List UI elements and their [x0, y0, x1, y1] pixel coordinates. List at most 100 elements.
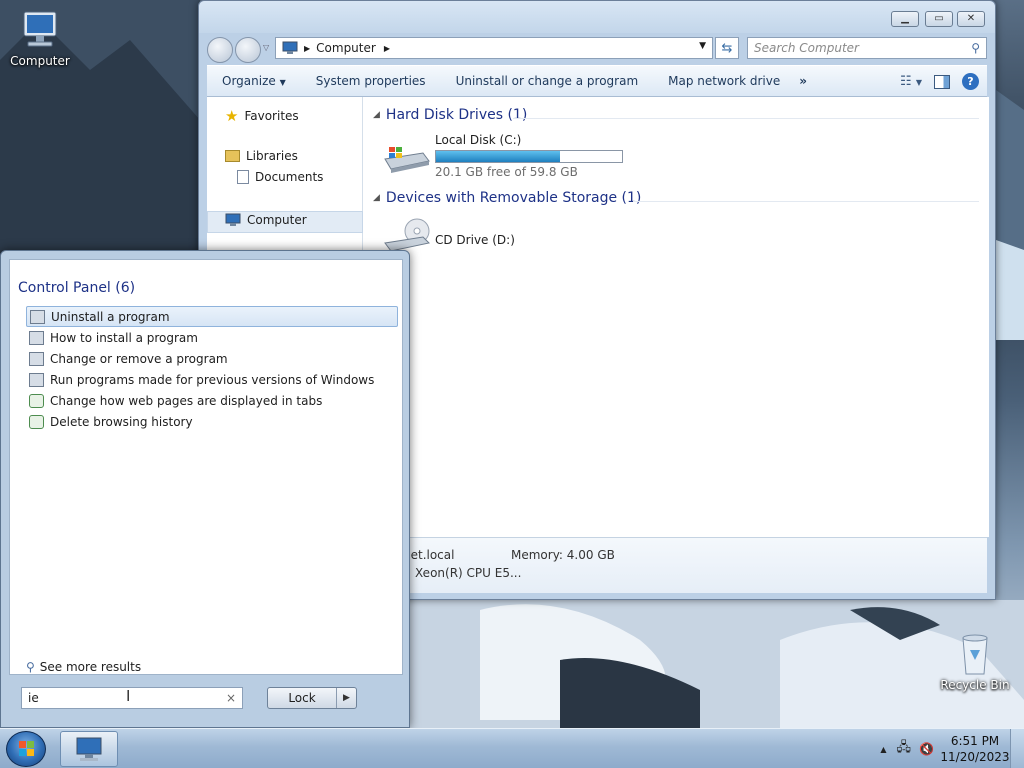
- results-group-header[interactable]: Control Panel (6): [18, 280, 135, 296]
- result-item[interactable]: How to install a program: [26, 327, 398, 348]
- address-bar[interactable]: ▶ Computer ▶ ▼: [275, 37, 713, 59]
- system-properties-button[interactable]: System properties: [301, 74, 441, 88]
- collapse-triangle-icon[interactable]: ◢: [373, 193, 380, 203]
- windows-drive-icon: [384, 147, 430, 173]
- organize-button[interactable]: Organize ▼: [207, 74, 301, 88]
- start-button[interactable]: [6, 731, 46, 767]
- recycle-bin-icon: [962, 634, 988, 675]
- search-icon[interactable]: ⚲: [971, 41, 980, 55]
- result-item-label: Change how web pages are displayed in ta…: [50, 393, 323, 408]
- show-desktop-button[interactable]: [1010, 729, 1024, 768]
- taskbar-explorer-button[interactable]: [60, 731, 118, 767]
- breadcrumb-separator-icon[interactable]: ▶: [304, 44, 310, 53]
- result-item-label: Uninstall a program: [51, 309, 170, 324]
- refresh-icon: ⇆: [721, 40, 733, 56]
- desktop-computer-icon[interactable]: Computer: [0, 8, 80, 68]
- close-button[interactable]: ✕: [957, 11, 985, 27]
- group-header-removable[interactable]: ◢ Devices with Removable Storage (1): [373, 190, 641, 206]
- refresh-button[interactable]: ⇆: [715, 37, 739, 59]
- nav-documents[interactable]: Documents: [237, 170, 323, 184]
- result-item[interactable]: Run programs made for previous versions …: [26, 369, 398, 390]
- result-item-label: Change or remove a program: [50, 351, 228, 366]
- see-more-results-link[interactable]: ⚲ See more results: [26, 660, 141, 674]
- search-results-panel: Control Panel (6) Uninstall a program Ho…: [9, 259, 403, 675]
- nav-favorites[interactable]: ★ Favorites: [225, 107, 299, 125]
- chevron-down-icon: ▼: [279, 78, 286, 87]
- clock[interactable]: 6:51 PM 11/20/2023: [940, 733, 1010, 765]
- command-bar: Organize ▼ System properties Uninstall o…: [207, 65, 987, 97]
- address-dropdown-icon[interactable]: ▼: [699, 41, 706, 51]
- nav-favorites-label: Favorites: [244, 109, 299, 123]
- start-search-input[interactable]: ie I ×: [21, 687, 243, 709]
- nav-libraries-label: Libraries: [246, 149, 298, 163]
- group-header-removable-label: Devices with Removable Storage (1): [385, 190, 642, 206]
- maximize-icon: ▭: [934, 13, 944, 24]
- details-cpu: Xeon(R) CPU E5...: [415, 566, 522, 580]
- nav-documents-label: Documents: [255, 170, 324, 184]
- star-icon: ★: [225, 107, 239, 125]
- lock-button-label[interactable]: Lock: [268, 691, 336, 705]
- result-item[interactable]: Change how web pages are displayed in ta…: [26, 390, 398, 411]
- control-panel-icon: [29, 372, 44, 387]
- computer-icon: [282, 41, 298, 54]
- drive-c[interactable]: Local Disk (C:) 20.1 GB free of 59.8 GB: [383, 133, 643, 179]
- network-icon[interactable]: 🖧: [897, 738, 912, 760]
- recent-pages-chevron-icon[interactable]: ▽: [263, 43, 269, 52]
- maximize-button[interactable]: ▭: [925, 11, 953, 27]
- result-item[interactable]: Delete browsing history: [26, 411, 398, 432]
- search-icon: ⚲: [26, 660, 35, 674]
- drive-c-name: Local Disk (C:): [435, 133, 522, 147]
- change-view-icon[interactable]: ☷ ▼: [900, 74, 922, 89]
- system-tray: ▲ 🖧 🔇 6:51 PM 11/20/2023: [880, 729, 1024, 768]
- clear-search-icon[interactable]: ×: [226, 691, 236, 705]
- drive-d-name: CD Drive (D:): [435, 233, 515, 247]
- taskbar: ▲ 🖧 🔇 6:51 PM 11/20/2023: [0, 728, 1024, 768]
- result-item-label: How to install a program: [50, 330, 198, 345]
- result-item[interactable]: Uninstall a program: [26, 306, 398, 327]
- uninstall-program-button[interactable]: Uninstall or change a program: [441, 74, 654, 88]
- drive-d[interactable]: CD Drive (D:): [383, 217, 583, 257]
- group-divider: [633, 201, 979, 202]
- map-network-drive-button[interactable]: Map network drive: [653, 74, 795, 88]
- drive-c-usage-fill: [436, 151, 560, 162]
- show-hidden-icons-icon[interactable]: ▲: [880, 745, 886, 754]
- more-commands-button[interactable]: »: [795, 74, 811, 88]
- breadcrumb-separator-icon[interactable]: ▶: [384, 44, 390, 53]
- control-panel-icon: [29, 351, 44, 366]
- collapse-triangle-icon[interactable]: ◢: [373, 110, 380, 120]
- document-icon: [237, 170, 249, 184]
- windows-logo-icon: [19, 741, 34, 756]
- toolbar-right-group: ☷ ▼ ?: [900, 73, 979, 90]
- result-item-label: Run programs made for previous versions …: [50, 372, 375, 387]
- drive-c-free-space: 20.1 GB free of 59.8 GB: [435, 165, 578, 179]
- computer-icon: [23, 11, 57, 47]
- control-panel-icon: [30, 309, 45, 324]
- control-panel-icon: [29, 330, 44, 345]
- lock-button[interactable]: Lock ▶: [267, 687, 357, 709]
- desktop-icon-label: Computer: [10, 54, 70, 68]
- shutdown-options-arrow-icon[interactable]: ▶: [336, 688, 356, 708]
- group-header-hdd[interactable]: ◢ Hard Disk Drives (1): [373, 107, 527, 123]
- result-item[interactable]: Change or remove a program: [26, 348, 398, 369]
- nav-computer[interactable]: Computer: [225, 213, 307, 227]
- details-domain: net.local: [403, 548, 455, 562]
- navigation-row: ▽ ▶ Computer ▶ ▼ ⇆ Search Computer ⚲: [199, 33, 995, 63]
- see-more-results-label: See more results: [39, 660, 142, 674]
- preview-pane-icon[interactable]: [934, 74, 950, 89]
- libraries-icon: [225, 150, 240, 162]
- back-button[interactable]: [207, 37, 233, 63]
- content-pane: ◢ Hard Disk Drives (1) Local Disk (C:) 2…: [363, 97, 989, 537]
- nav-computer-label: Computer: [247, 213, 307, 227]
- explorer-titlebar[interactable]: ▁ ▭ ✕: [199, 1, 995, 33]
- help-icon[interactable]: ?: [962, 73, 979, 90]
- computer-icon: [225, 213, 241, 226]
- start-menu: Control Panel (6) Uninstall a program Ho…: [0, 250, 410, 728]
- search-input[interactable]: Search Computer ⚲: [747, 37, 987, 59]
- volume-muted-icon[interactable]: 🔇: [919, 742, 934, 756]
- desktop-recycle-bin-icon[interactable]: Recycle Bin: [935, 630, 1015, 692]
- drive-c-usage-bar: [435, 150, 623, 163]
- nav-libraries[interactable]: Libraries: [225, 149, 298, 163]
- breadcrumb-computer[interactable]: Computer: [316, 41, 376, 55]
- forward-button[interactable]: [235, 37, 261, 63]
- minimize-button[interactable]: ▁: [891, 11, 919, 27]
